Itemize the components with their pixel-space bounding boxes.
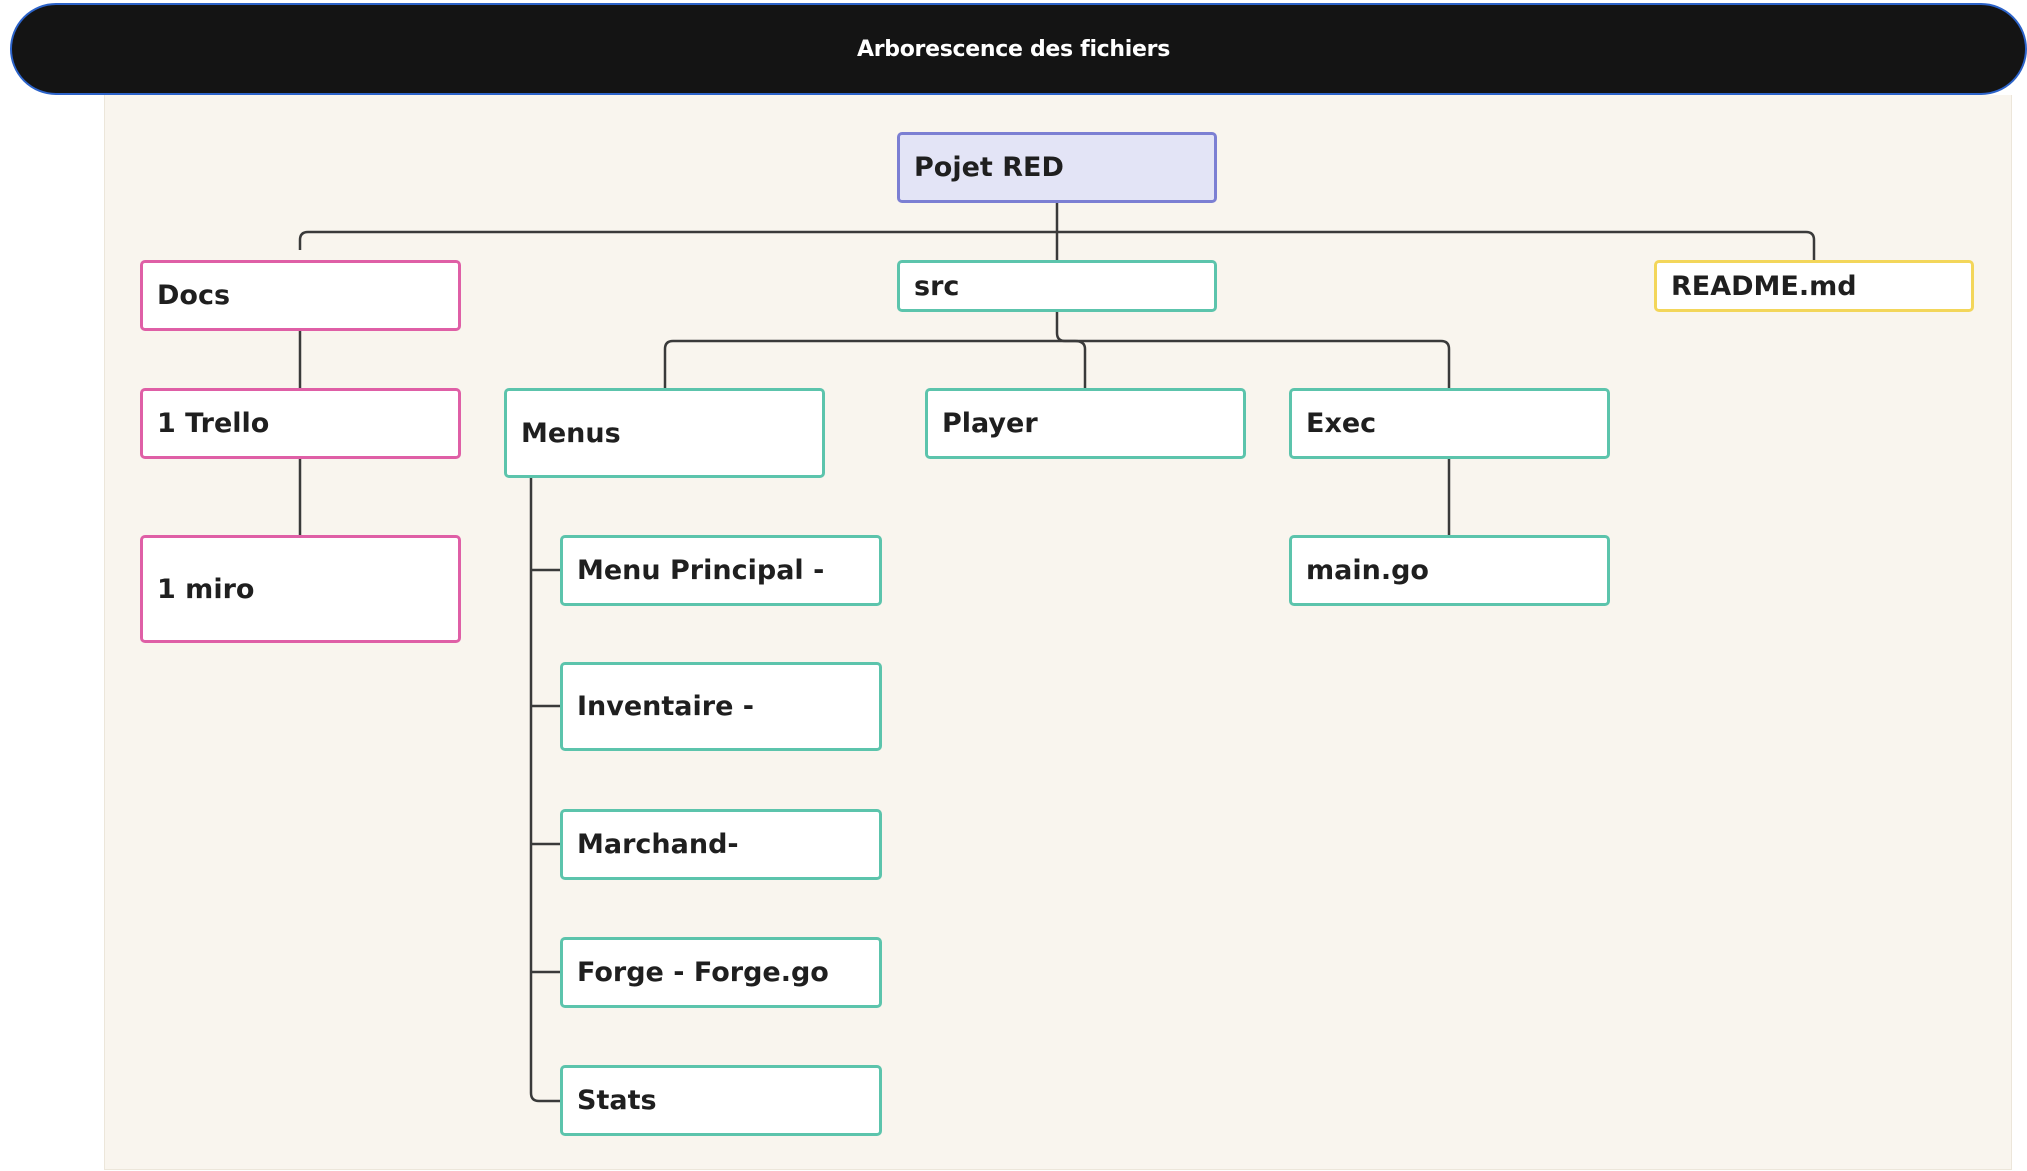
node-forge[interactable]: Forge - Forge.go (560, 937, 882, 1008)
node-root[interactable]: Pojet RED (897, 132, 1217, 203)
node-miro[interactable]: 1 miro (140, 535, 461, 643)
node-menu-principal[interactable]: Menu Principal - (560, 535, 882, 606)
diagram-title: Arborescence des fichiers (857, 36, 1170, 62)
node-trello[interactable]: 1 Trello (140, 388, 461, 459)
node-menus[interactable]: Menus (504, 388, 825, 478)
header-bar: Arborescence des fichiers (10, 3, 2027, 95)
node-stats[interactable]: Stats (560, 1065, 882, 1136)
node-readme[interactable]: README.md (1654, 260, 1974, 312)
node-inventaire[interactable]: Inventaire - (560, 662, 882, 751)
node-docs[interactable]: Docs (140, 260, 461, 331)
node-player[interactable]: Player (925, 388, 1246, 459)
node-marchand[interactable]: Marchand- (560, 809, 882, 880)
node-exec[interactable]: Exec (1289, 388, 1610, 459)
diagram-stage: Arborescence des fichiers Pojet RED Docs… (0, 0, 2027, 1171)
node-main-go[interactable]: main.go (1289, 535, 1610, 606)
node-src[interactable]: src (897, 260, 1217, 312)
